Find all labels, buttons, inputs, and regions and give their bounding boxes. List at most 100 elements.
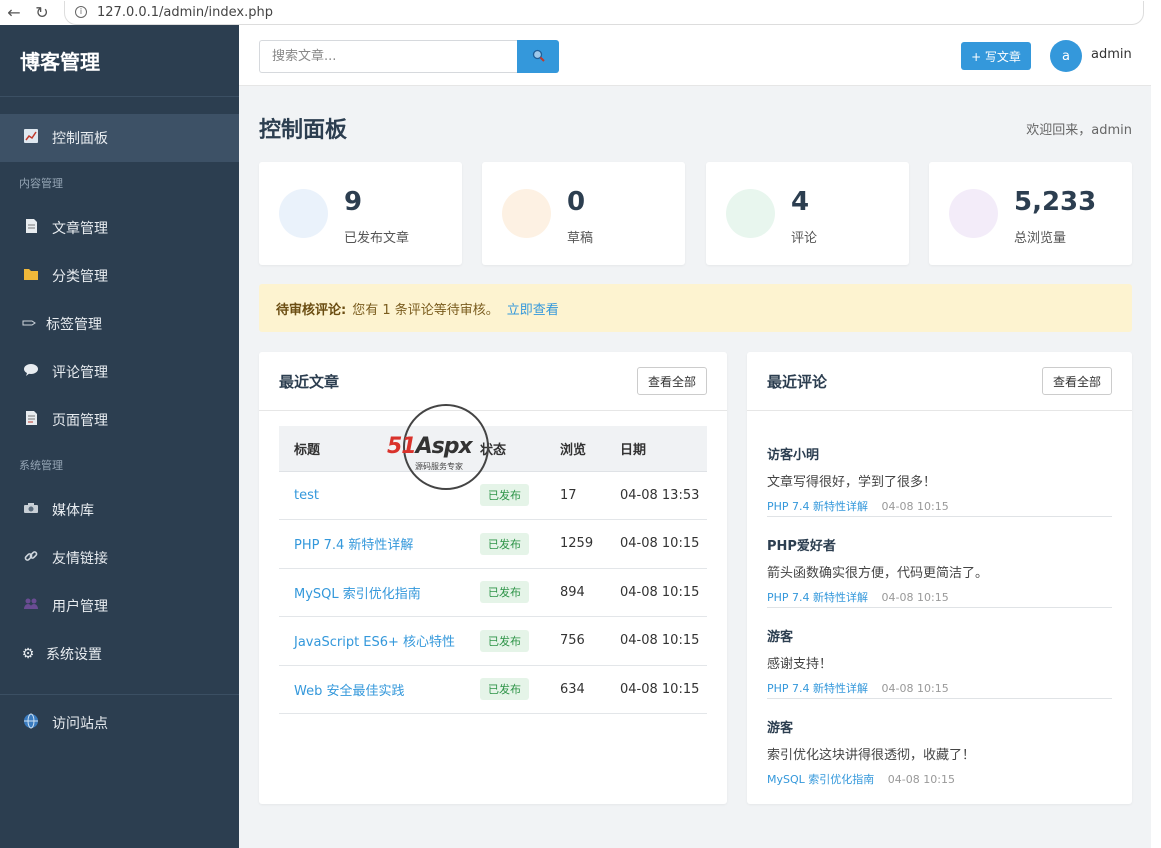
sidebar-divider	[0, 694, 239, 695]
url-text: 127.0.0.1/admin/index.php	[97, 4, 273, 20]
sidebar-item-label: 友情链接	[52, 551, 108, 567]
sidebar-item-media[interactable]: 媒体库	[0, 486, 239, 534]
comment-text: 箭头函数确实很方便，代码更简洁了。	[767, 566, 989, 581]
view-all-comments-button[interactable]: 查看全部	[1041, 367, 1112, 395]
comment-time: 04-08 10:15	[881, 591, 949, 604]
reload-icon[interactable]: ↻	[28, 3, 56, 22]
comment-meta: PHP 7.4 新特性详解 04-08 10:15	[767, 498, 949, 514]
sidebar-item-categories[interactable]: 分类管理	[0, 252, 239, 300]
stat-icon-circle	[502, 189, 551, 238]
comment-meta: MySQL 索引优化指南 04-08 10:15	[767, 771, 955, 787]
sidebar-item-label: 媒体库	[52, 503, 94, 519]
search-input[interactable]	[259, 40, 517, 73]
stat-value: 5,233	[1014, 187, 1097, 217]
stat-card-views: 5,233 总浏览量	[929, 162, 1132, 265]
post-date: 04-08 13:53	[605, 471, 707, 520]
comment-item: 访客小明 文章写得很好，学到了很多！ PHP 7.4 新特性详解 04-08 1…	[767, 426, 1112, 517]
post-date: 04-08 10:15	[605, 568, 707, 617]
comment-text: 索引优化这块讲得很透彻，收藏了！	[767, 748, 976, 763]
section-content-label: 内容管理	[19, 177, 63, 190]
comment-item: 游客 索引优化这块讲得很透彻，收藏了！ MySQL 索引优化指南 04-08 1…	[767, 699, 1112, 790]
stat-label: 已发布文章	[344, 231, 410, 246]
back-icon[interactable]: ←	[0, 3, 28, 22]
comment-author: 访客小明	[767, 448, 820, 463]
sidebar-item-links[interactable]: 友情链接	[0, 534, 239, 582]
sidebar-item-posts[interactable]: 文章管理	[0, 204, 239, 252]
stat-icon-circle	[949, 189, 998, 238]
post-views: 634	[545, 665, 605, 714]
search-icon	[532, 49, 545, 65]
comment-item: 游客 感谢支持！ PHP 7.4 新特性详解 04-08 10:15	[767, 608, 1112, 699]
comment-post-link[interactable]: PHP 7.4 新特性详解	[767, 500, 868, 513]
status-badge: 已发布	[480, 629, 529, 652]
globe-icon	[22, 713, 40, 733]
sidebar-item-pages[interactable]: 页面管理	[0, 396, 239, 444]
column-header-date: 日期	[605, 426, 707, 472]
sidebar-item-label: 访问站点	[52, 716, 108, 732]
comment-post-link[interactable]: MySQL 索引优化指南	[767, 773, 874, 786]
post-views: 17	[545, 471, 605, 520]
table-row: Web 安全最佳实践 已发布 634 04-08 10:15	[279, 665, 707, 714]
camera-icon	[22, 502, 40, 518]
post-title-link[interactable]: JavaScript ES6+ 核心特性	[279, 616, 465, 666]
sidebar-item-users[interactable]: 用户管理	[0, 582, 239, 630]
stat-card-drafts: 0 草稿	[482, 162, 685, 265]
scrollbar-gutter	[1151, 25, 1161, 848]
view-all-posts-button[interactable]: 查看全部	[636, 367, 707, 395]
post-date: 04-08 10:15	[605, 665, 707, 714]
comment-author: 游客	[767, 721, 794, 736]
sidebar-item-label: 系统设置	[46, 647, 102, 663]
stat-label: 草稿	[567, 231, 594, 246]
comment-meta: PHP 7.4 新特性详解 04-08 10:15	[767, 680, 949, 696]
watermark-subtitle: 源码服务专家	[415, 462, 463, 471]
watermark-logo: 51Aspx 源码服务专家	[387, 404, 507, 490]
document-icon	[22, 218, 40, 238]
table-row: MySQL 索引优化指南 已发布 894 04-08 10:15	[279, 568, 707, 617]
post-date: 04-08 10:15	[605, 616, 707, 666]
stat-value: 9	[344, 187, 363, 217]
sidebar-item-tags[interactable]: 标签管理	[0, 300, 239, 348]
stat-label: 评论	[791, 231, 818, 246]
post-title-link[interactable]: MySQL 索引优化指南	[279, 568, 465, 617]
write-post-button[interactable]: + 写文章	[961, 42, 1031, 70]
search-button[interactable]	[517, 40, 559, 73]
post-title-link[interactable]: Web 安全最佳实践	[279, 665, 465, 714]
stat-icon-circle	[279, 189, 328, 238]
gear-icon: ⚙	[21, 646, 35, 662]
sidebar-item-dashboard[interactable]: 控制面板	[0, 114, 239, 162]
pending-comments-alert: 待审核评论: 您有 1 条评论等待审核。 立即查看	[259, 284, 1132, 332]
panel-title: 最近文章	[279, 372, 340, 391]
table-row: PHP 7.4 新特性详解 已发布 1259 04-08 10:15	[279, 519, 707, 569]
sidebar-item-label: 分类管理	[52, 269, 108, 285]
comment-time: 04-08 10:15	[881, 500, 949, 513]
page-icon	[22, 410, 40, 430]
top-header: + 写文章 a admin	[239, 25, 1151, 86]
address-bar[interactable]: i 127.0.0.1/admin/index.php	[64, 0, 1144, 25]
alert-view-link[interactable]: 立即查看	[507, 299, 559, 318]
comment-post-link[interactable]: PHP 7.4 新特性详解	[767, 591, 868, 604]
post-title-link[interactable]: PHP 7.4 新特性详解	[279, 519, 465, 569]
section-system-label: 系统管理	[19, 459, 63, 472]
sidebar-item-label: 控制面板	[52, 131, 108, 147]
avatar[interactable]: a	[1050, 40, 1082, 72]
column-header-views: 浏览	[545, 426, 605, 472]
stat-value: 0	[567, 187, 586, 217]
watermark-brand: 51Aspx	[387, 434, 473, 459]
folder-icon	[22, 267, 40, 285]
stat-card-published: 9 已发布文章	[259, 162, 462, 265]
table-row: JavaScript ES6+ 核心特性 已发布 756 04-08 10:15	[279, 616, 707, 666]
sidebar-item-visit-site[interactable]: 访问站点	[0, 699, 239, 747]
stat-label: 总浏览量	[1014, 231, 1067, 246]
comment-meta: PHP 7.4 新特性详解 04-08 10:15	[767, 589, 949, 605]
sidebar-item-settings[interactable]: ⚙ 系统设置	[0, 630, 239, 678]
comment-post-link[interactable]: PHP 7.4 新特性详解	[767, 682, 868, 695]
link-icon	[22, 548, 40, 568]
post-views: 756	[545, 616, 605, 666]
comment-icon	[22, 363, 40, 381]
users-icon	[22, 597, 40, 615]
info-icon[interactable]: i	[75, 6, 87, 18]
page-title: 控制面板	[259, 118, 348, 143]
username[interactable]: admin	[1091, 47, 1132, 62]
sidebar-item-comments[interactable]: 评论管理	[0, 348, 239, 396]
status-badge: 已发布	[480, 532, 529, 555]
